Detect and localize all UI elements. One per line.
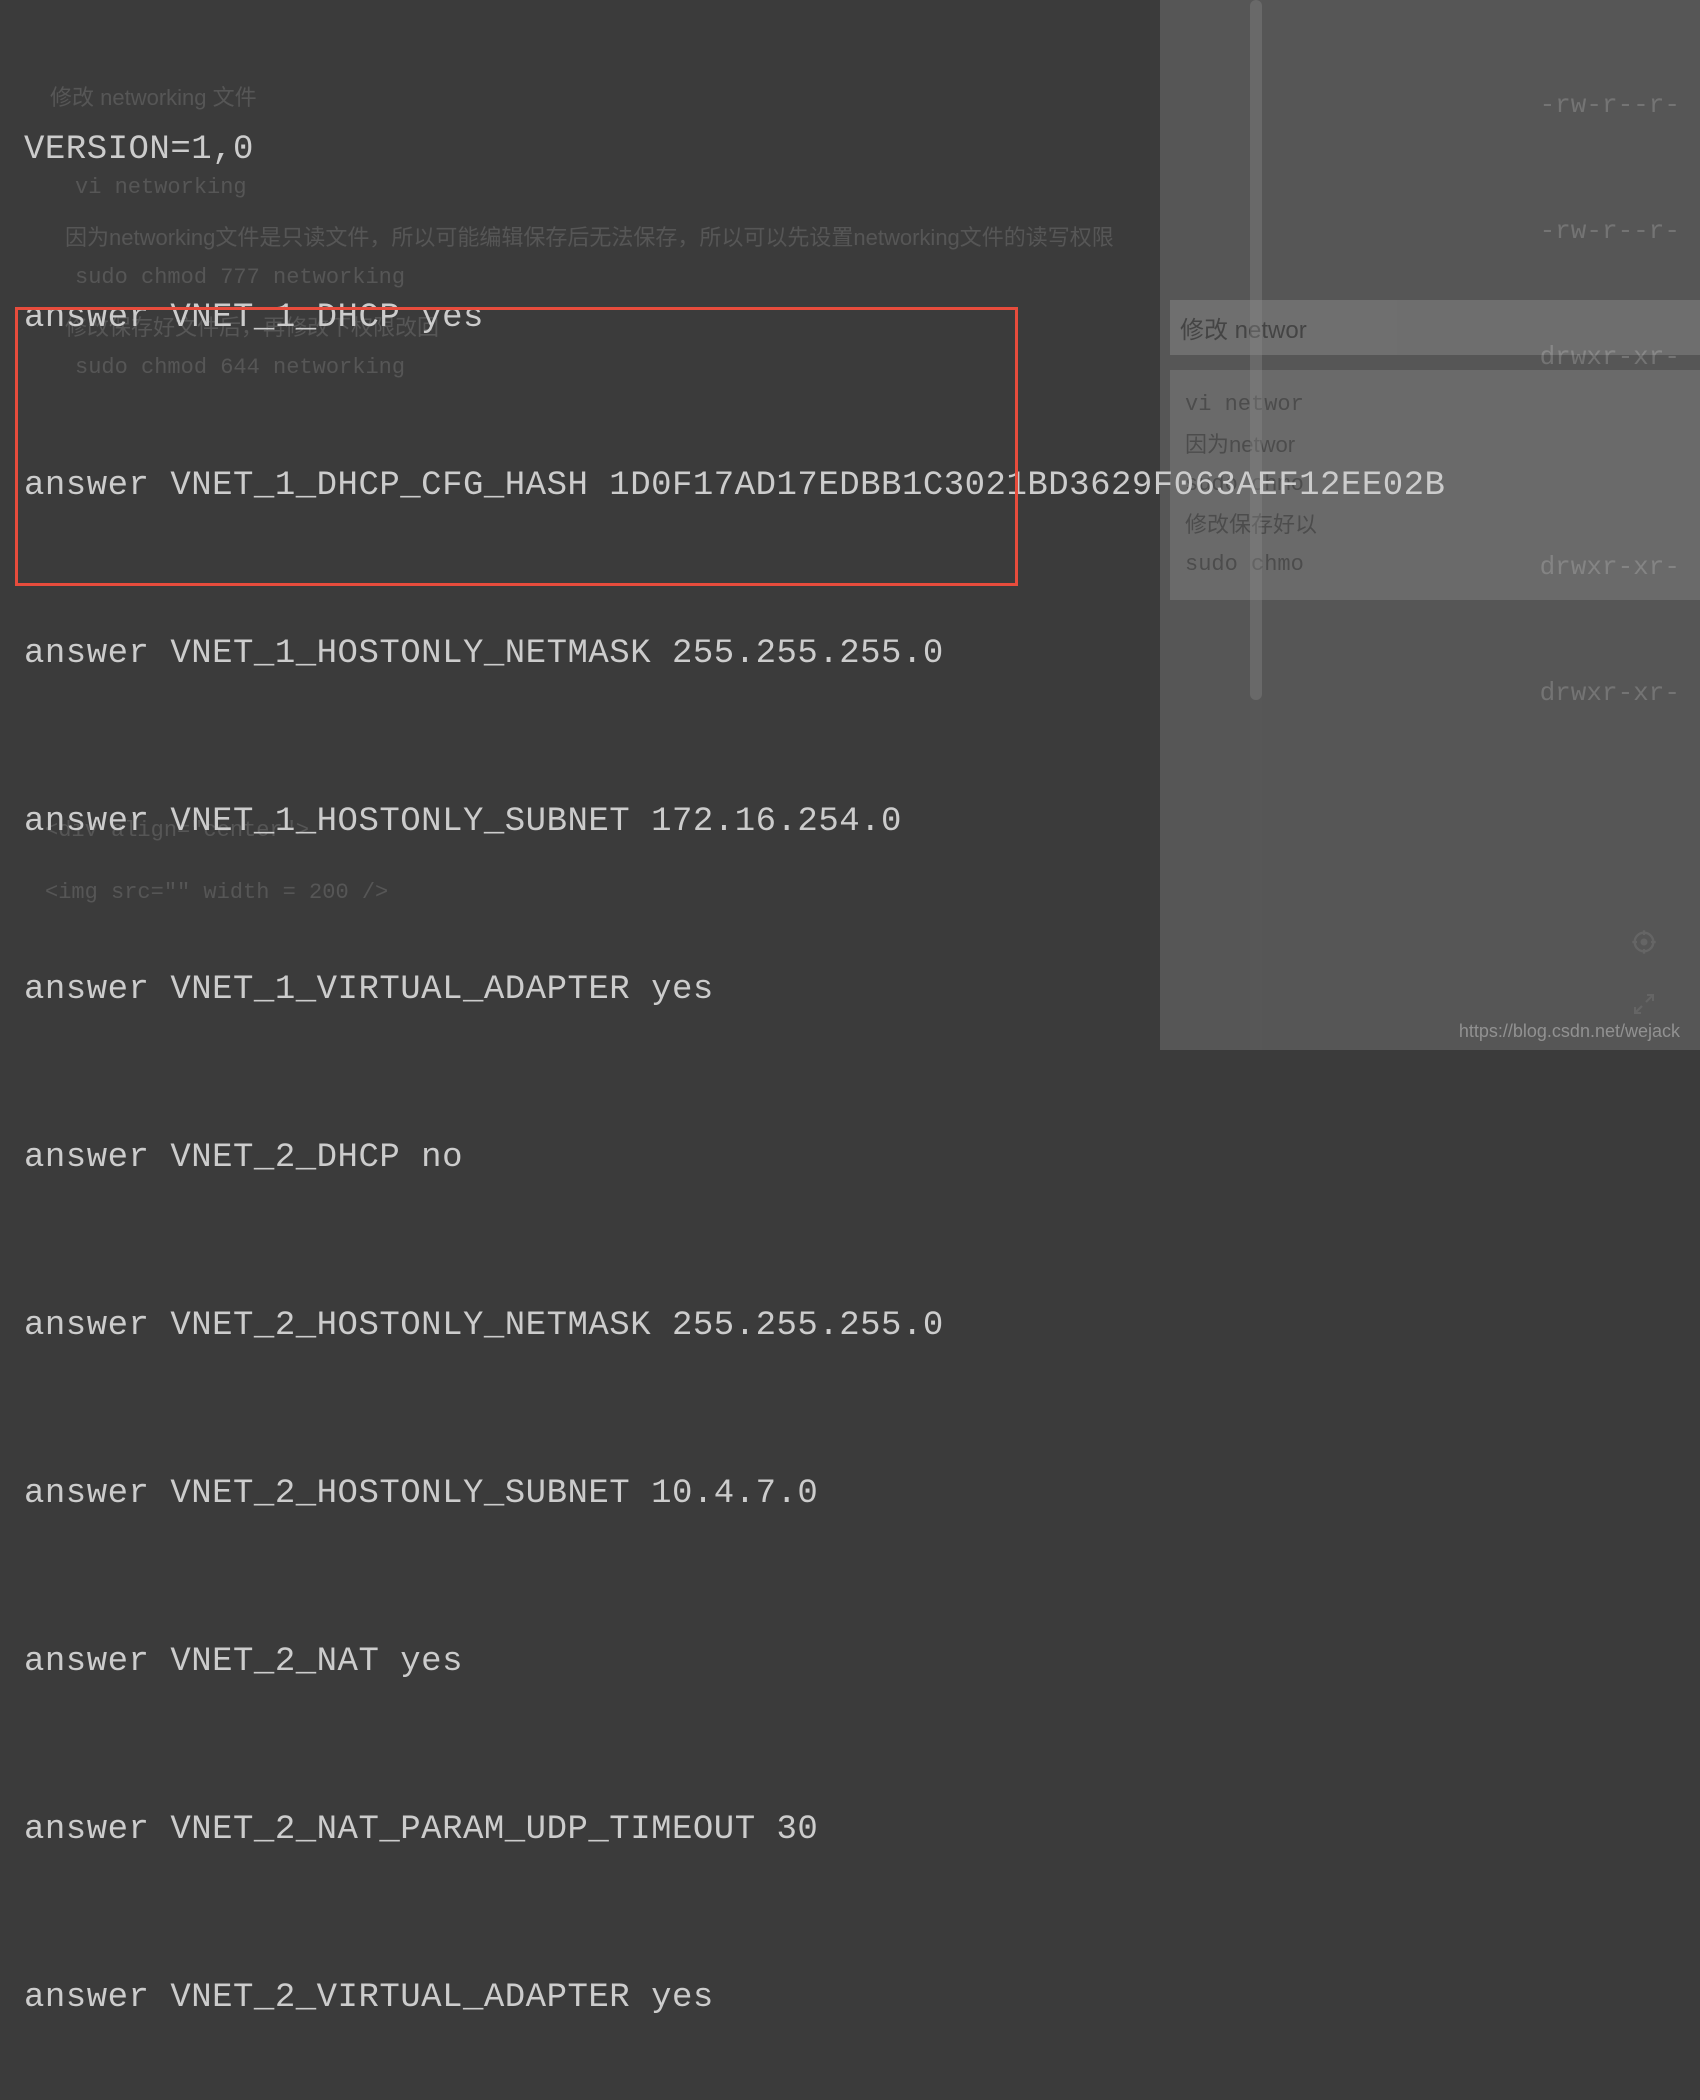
terminal-line: VERSION=1,0 [24,122,1445,178]
terminal-line: answer VNET_2_HOSTONLY_SUBNET 10.4.7.0 [24,1466,1445,1522]
watermark-text: https://blog.csdn.net/wejack [1459,1021,1680,1042]
terminal-line: answer VNET_2_DHCP no [24,1130,1445,1186]
terminal-line: answer VNET_1_HOSTONLY_NETMASK 255.255.2… [24,626,1445,682]
terminal-line: answer VNET_1_DHCP_CFG_HASH 1D0F17AD17ED… [24,458,1445,514]
terminal-content: VERSION=1,0 answer VNET_1_DHCP yes answe… [24,10,1445,2100]
terminal-line: answer VNET_2_NAT_PARAM_UDP_TIMEOUT 30 [24,1802,1445,1858]
terminal-line: answer VNET_2_VIRTUAL_ADAPTER yes [24,1970,1445,2026]
terminal-line: answer VNET_2_HOSTONLY_NETMASK 255.255.2… [24,1298,1445,1354]
terminal-overlay: VERSION=1,0 answer VNET_1_DHCP yes answe… [0,0,1700,1050]
terminal-line: answer VNET_1_VIRTUAL_ADAPTER yes [24,962,1445,1018]
terminal-line: answer VNET_2_NAT yes [24,1634,1445,1690]
terminal-line: answer VNET_1_DHCP yes [24,290,1445,346]
terminal-line: answer VNET_1_HOSTONLY_SUBNET 172.16.254… [24,794,1445,850]
